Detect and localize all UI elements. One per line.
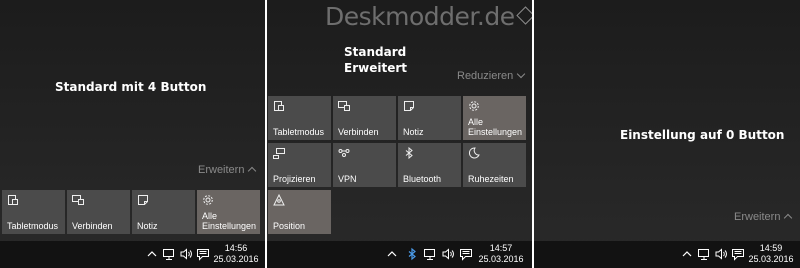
expand-link[interactable]: Erweitern: [734, 211, 793, 223]
tile-alle-einstellungen[interactable]: Alle Einstellungen: [463, 96, 526, 140]
collapse-link[interactable]: Reduzieren: [457, 69, 526, 82]
tile-tabletmodus[interactable]: Tabletmodus: [2, 190, 65, 234]
connect-icon: [72, 194, 84, 206]
taskbar: 14:57 25.03.2016: [267, 241, 532, 268]
gear-icon: [468, 100, 480, 112]
tile-label: Tabletmodus: [7, 221, 59, 231]
gear-icon: [202, 194, 214, 206]
vpn-icon: [338, 147, 350, 159]
chevron-up-icon[interactable]: [680, 247, 694, 261]
collapse-label: Reduzieren: [457, 70, 514, 82]
tile-tabletmodus[interactable]: Tabletmodus: [268, 96, 331, 140]
tile-label: Verbinden: [72, 221, 113, 231]
bluetooth-icon: [403, 147, 415, 159]
expand-link[interactable]: Erweitern: [198, 164, 257, 176]
clock-date: 25.03.2016: [748, 254, 794, 264]
location-icon: [273, 194, 285, 206]
action-center-panel-standard: Standard mit 4 Button Erweitern Tabletmo…: [0, 0, 265, 268]
tile-label: Notiz: [403, 127, 424, 137]
chevron-down-icon: [517, 69, 526, 79]
note-icon: [403, 100, 415, 112]
volume-icon[interactable]: [179, 247, 193, 261]
tile-label: Alle Einstellungen: [202, 211, 257, 231]
tile-notiz[interactable]: Notiz: [398, 96, 461, 140]
action-center-panel-expanded: Deskmodder.de Standard Erweitert Reduzie…: [267, 0, 532, 268]
clock-time: 14:59: [759, 243, 783, 253]
tile-alle-einstellungen[interactable]: Alle Einstellungen: [197, 190, 260, 234]
tile-notiz[interactable]: Notiz: [132, 190, 195, 234]
tile-label: Bluetooth: [403, 174, 442, 184]
action-center-panel-zero: Einstellung auf 0 Button Erweitern 14:59…: [534, 0, 800, 268]
tile-label: Tabletmodus: [273, 127, 325, 137]
tile-label: VPN: [338, 174, 357, 184]
expand-label: Erweitern: [734, 211, 781, 223]
note-icon: [137, 194, 149, 206]
network-icon[interactable]: [162, 247, 176, 261]
volume-icon[interactable]: [714, 247, 728, 261]
tile-bluetooth[interactable]: Bluetooth: [398, 143, 461, 187]
project-icon: [273, 147, 285, 159]
moon-icon: [468, 147, 480, 159]
clock-date: 25.03.2016: [478, 254, 524, 264]
tile-ruhezeiten[interactable]: Ruhezeiten: [463, 143, 526, 187]
clock-time: 14:56: [224, 243, 248, 253]
bluetooth-icon[interactable]: [405, 247, 419, 261]
tile-verbinden[interactable]: Verbinden: [333, 96, 396, 140]
chevron-up-icon[interactable]: [385, 247, 399, 261]
panel-caption-line2: Erweitert: [344, 61, 407, 75]
watermark: Deskmodder.de: [325, 2, 532, 31]
tile-label: Ruhezeiten: [468, 174, 514, 184]
network-icon[interactable]: [423, 247, 437, 261]
tile-label: Projizieren: [273, 174, 316, 184]
taskbar: 14:56 25.03.2016: [0, 241, 265, 268]
tablet-mode-icon: [273, 100, 285, 112]
taskbar: 14:59 25.03.2016: [534, 241, 800, 268]
tile-label: Alle Einstellungen: [468, 117, 523, 137]
chevron-up-icon: [248, 166, 257, 176]
network-icon[interactable]: [697, 247, 711, 261]
tile-position[interactable]: Position: [268, 190, 331, 234]
clock[interactable]: 14:57 25.03.2016: [473, 243, 529, 265]
tile-label: Position: [273, 221, 306, 231]
edit-icon: [515, 6, 532, 25]
chevron-up-icon: [784, 213, 793, 223]
clock-date: 25.03.2016: [213, 254, 259, 264]
tablet-mode-icon: [7, 194, 19, 206]
tile-label: Verbinden: [338, 127, 379, 137]
tile-projizieren[interactable]: Projizieren: [268, 143, 331, 187]
volume-icon[interactable]: [441, 247, 455, 261]
clock-time: 14:57: [489, 243, 513, 253]
clock[interactable]: 14:59 25.03.2016: [743, 243, 799, 265]
expand-label: Erweitern: [198, 164, 245, 176]
chevron-up-icon[interactable]: [145, 247, 159, 261]
connect-icon: [338, 100, 350, 112]
tile-label: Notiz: [137, 221, 158, 231]
clock[interactable]: 14:56 25.03.2016: [208, 243, 264, 265]
tile-vpn[interactable]: VPN: [333, 143, 396, 187]
watermark-text: Deskmodder.de: [325, 2, 515, 31]
panel-caption: Standard Erweitert: [344, 44, 407, 76]
panel-caption: Einstellung auf 0 Button: [620, 128, 785, 142]
panel-caption-line1: Standard: [344, 45, 407, 59]
panel-caption: Standard mit 4 Button: [55, 80, 207, 94]
tile-verbinden[interactable]: Verbinden: [67, 190, 130, 234]
action-center-icon[interactable]: [459, 247, 473, 261]
